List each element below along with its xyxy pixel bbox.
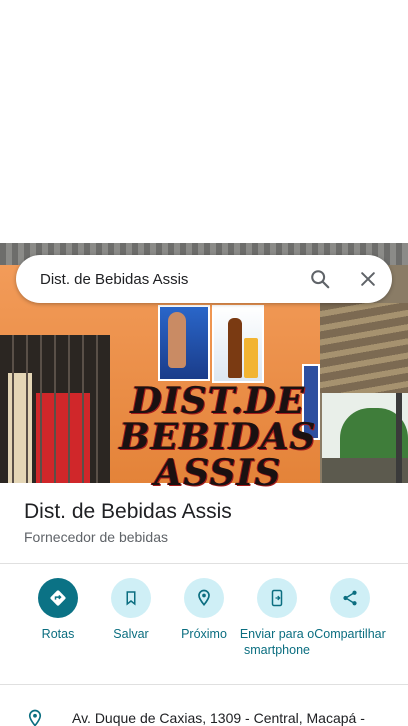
photo-right-roof	[320, 303, 408, 393]
action-bar: Rotas Salvar Próximo Enviar para o smart…	[0, 578, 408, 678]
divider	[0, 684, 408, 685]
directions-button[interactable]: Rotas	[18, 578, 98, 642]
close-icon[interactable]	[344, 255, 392, 303]
storefront-sign: DIST.DE BEBIDAS ASSIS	[118, 383, 318, 491]
sign-line: DIST.DE	[130, 380, 306, 422]
place-title: Dist. de Bebidas Assis	[24, 500, 232, 523]
action-label: Próximo	[181, 627, 227, 641]
address-row[interactable]: Av. Duque de Caxias, 1309 - Central, Mac…	[0, 700, 408, 726]
bookmark-icon	[111, 578, 151, 618]
search-bar[interactable]: Dist. de Bebidas Assis	[16, 255, 392, 303]
map-blank-area	[0, 0, 408, 243]
search-input[interactable]: Dist. de Bebidas Assis	[16, 271, 296, 288]
action-label: Salvar	[113, 627, 149, 641]
nearby-button[interactable]: Próximo	[164, 578, 244, 642]
action-label: Enviar para o smartphone	[239, 627, 315, 657]
share-icon	[330, 578, 370, 618]
send-to-phone-icon	[257, 578, 297, 618]
address-text: Av. Duque de Caxias, 1309 - Central, Mac…	[72, 710, 365, 726]
action-label: Compartilhar	[314, 627, 386, 641]
poster-figure	[168, 312, 186, 368]
send-to-phone-button[interactable]: Enviar para o smartphone	[237, 578, 317, 658]
photo-pole	[396, 393, 402, 483]
place-category: Fornecedor de bebidas	[24, 529, 168, 545]
directions-icon	[38, 578, 78, 618]
search-icon[interactable]	[296, 255, 344, 303]
glass-image	[244, 338, 258, 378]
save-button[interactable]: Salvar	[91, 578, 171, 642]
nearby-icon	[184, 578, 224, 618]
location-pin-icon	[26, 708, 44, 726]
divider	[0, 563, 408, 564]
bottle-image	[228, 318, 242, 378]
action-label: Rotas	[41, 627, 75, 641]
sign-line: ASSIS	[154, 452, 282, 494]
photo-window-bars	[0, 335, 110, 483]
share-button[interactable]: Compartilhar	[310, 578, 390, 642]
sign-line: BEBIDAS	[119, 416, 317, 458]
